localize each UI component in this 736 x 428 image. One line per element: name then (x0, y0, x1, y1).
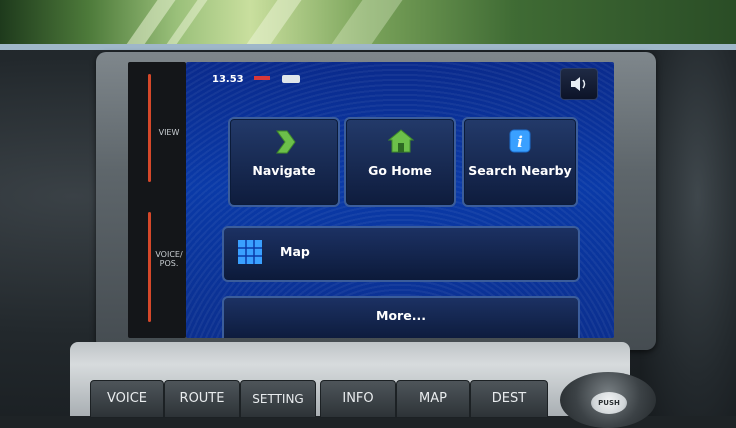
push-button[interactable]: PUSH (591, 392, 627, 414)
search-nearby-label: Search Nearby (468, 163, 572, 178)
voice-pos-key[interactable]: VOICE/ POS. (152, 250, 186, 268)
navigate-label: Navigate (252, 163, 316, 178)
svg-text:i: i (517, 133, 523, 151)
battery-icon (282, 75, 300, 83)
clock: 13.53 (212, 74, 244, 85)
go-home-button[interactable]: Go Home (344, 117, 456, 207)
side-key-panel: VIEW VOICE/ POS. (128, 62, 186, 338)
nav-screen: 13.53 Navigate Go Home i Search Nearby M… (186, 62, 614, 338)
view-key-label: VIEW (158, 128, 180, 137)
speaker-icon (571, 77, 586, 91)
signal-indicator-icon (254, 76, 270, 80)
map-label: Map (280, 244, 310, 259)
more-label: More... (376, 308, 426, 323)
banner-stripe (228, 0, 316, 44)
house-icon (388, 129, 414, 153)
info-button[interactable]: INFO (320, 380, 396, 418)
side-accent-top (148, 74, 151, 182)
more-button[interactable]: More... (222, 296, 580, 338)
top-banner-image (0, 0, 736, 44)
dest-button[interactable]: DEST (470, 380, 548, 418)
search-nearby-button[interactable]: i Search Nearby (462, 117, 578, 207)
voice-button[interactable]: VOICE (90, 380, 164, 418)
side-accent-bottom (148, 212, 151, 322)
grid-icon (238, 240, 262, 264)
volume-button[interactable] (560, 68, 598, 100)
voice-pos-label-line2: POS. (159, 259, 179, 268)
info-icon: i (509, 129, 531, 153)
navigate-button[interactable]: Navigate (228, 117, 340, 207)
chevron-right-icon (276, 130, 296, 154)
map-button[interactable]: Map (222, 226, 580, 282)
banner-stripe (313, 0, 417, 44)
push-label: PUSH (598, 399, 620, 407)
map-console-button[interactable]: MAP (396, 380, 470, 418)
setting-button[interactable]: SETTING (240, 380, 316, 418)
route-button[interactable]: ROUTE (164, 380, 240, 418)
voice-pos-label-line1: VOICE/ (155, 250, 183, 259)
go-home-label: Go Home (368, 163, 432, 178)
view-key[interactable]: VIEW (152, 128, 186, 137)
